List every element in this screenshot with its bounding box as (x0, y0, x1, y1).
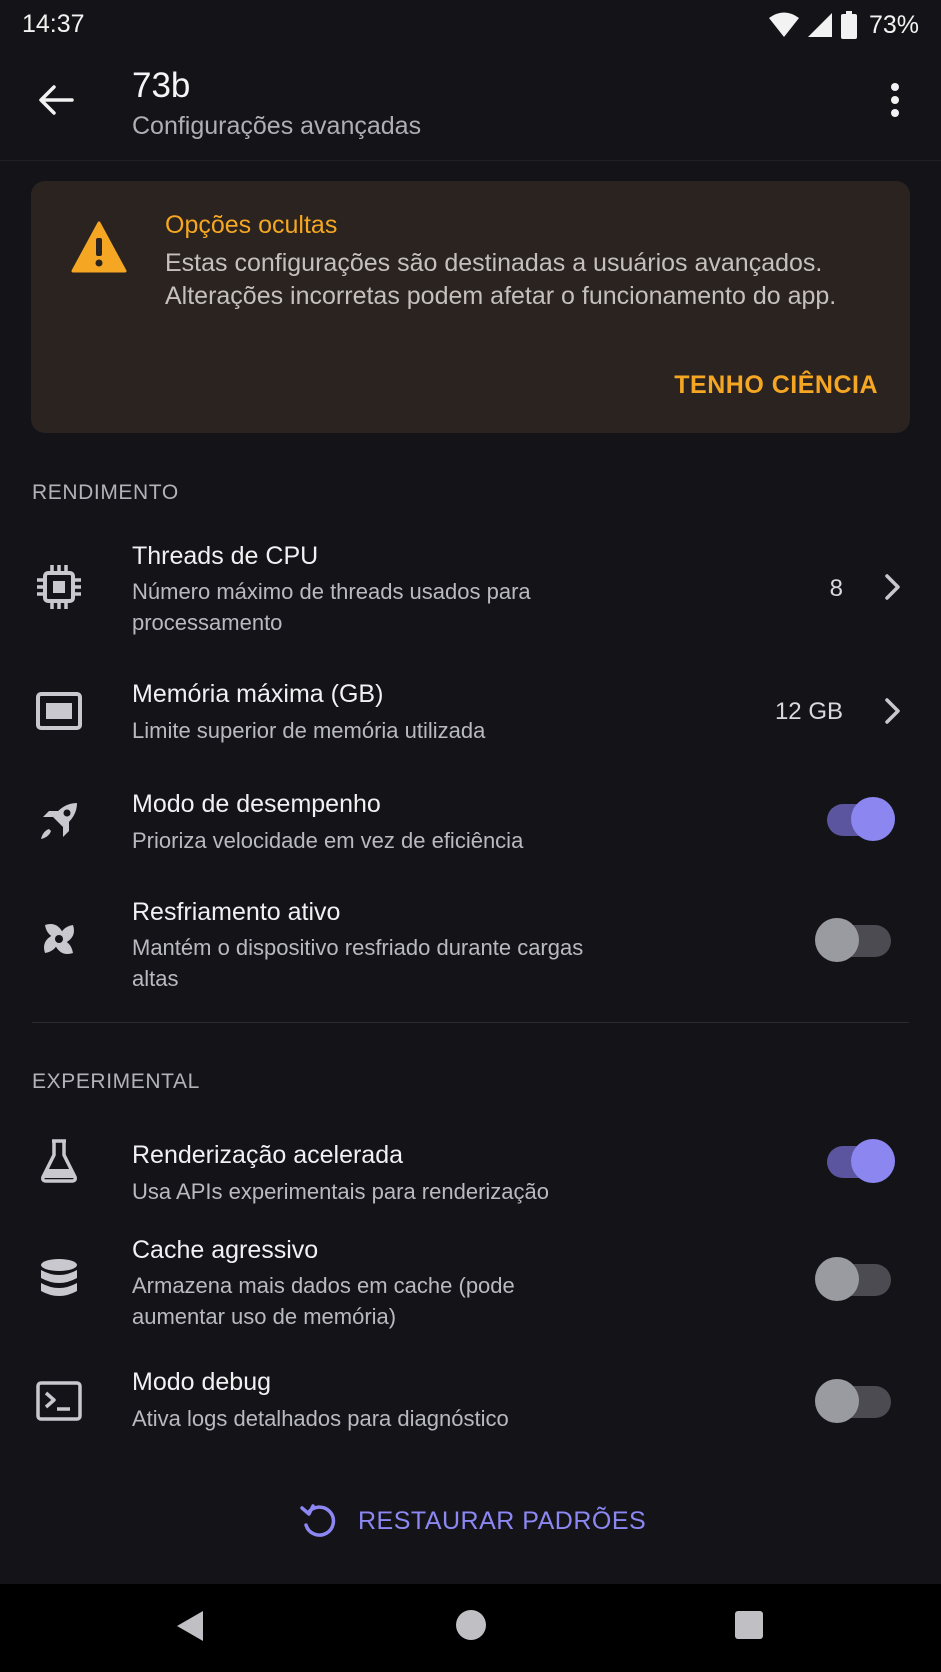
section-header-experimental: EXPERIMENTAL (32, 1070, 200, 1093)
setting-value: 12 GB (774, 698, 843, 725)
setting-description: Limite superior de memória utilizada (132, 718, 486, 743)
restore-defaults-label: RESTAURAR PADRÕES (358, 1506, 647, 1535)
setting-accelerated-rendering[interactable]: Renderização acelerada Usa APIs experime… (0, 1120, 941, 1210)
battery-percent: 73% (868, 10, 919, 39)
more-options-button[interactable] (871, 76, 919, 124)
page-title: 73b (132, 66, 191, 105)
setting-description: Ativa logs detalhados para diagnóstico (132, 1406, 509, 1431)
back-button[interactable] (32, 76, 80, 124)
cell-signal-icon (807, 13, 832, 37)
chevron-right-icon (881, 572, 905, 602)
battery-icon (840, 11, 857, 39)
accelerated-rendering-toggle[interactable] (821, 1139, 895, 1183)
page-subtitle: Configurações avançadas (132, 112, 422, 140)
flask-icon (34, 1136, 84, 1186)
terminal-icon (34, 1376, 84, 1426)
restore-defaults-button[interactable]: RESTAURAR PADRÕES (300, 1498, 646, 1544)
setting-description: Usa APIs experimentais para renderização (132, 1179, 549, 1204)
warning-card: Opções ocultas Estas configurações são d… (31, 181, 910, 433)
restore-icon (300, 1504, 336, 1537)
setting-cpu-threads[interactable]: Threads de CPU Número máximo de threads … (0, 530, 941, 650)
toggle-thumb (851, 1139, 895, 1183)
toggle-thumb (851, 797, 895, 841)
acknowledge-button[interactable]: TENHO CIÊNCIA (674, 371, 878, 400)
status-bar: 14:37 73% (0, 0, 941, 50)
section-header-performance: RENDIMENTO (32, 481, 179, 504)
setting-description: Prioriza velocidade em vez de eficiência (132, 828, 524, 853)
fan-icon (34, 914, 84, 964)
toggle-thumb (815, 1257, 859, 1301)
setting-title: Renderização acelerada (132, 1141, 404, 1169)
setting-value: 8 (829, 575, 843, 602)
memory-icon (34, 686, 84, 736)
setting-aggressive-cache[interactable]: Cache agressivo Armazena mais dados em c… (0, 1226, 941, 1336)
setting-title: Modo de desempenho (132, 790, 381, 818)
active-cooling-toggle[interactable] (815, 918, 891, 962)
setting-title: Threads de CPU (132, 542, 319, 570)
status-icons: 73% (768, 8, 919, 42)
nav-home-icon[interactable] (456, 1610, 486, 1640)
system-nav-bar (0, 1584, 941, 1672)
setting-title: Resfriamento ativo (132, 898, 341, 926)
database-icon (34, 1256, 84, 1306)
more-vert-icon (891, 83, 899, 117)
warning-text: Estas configurações são destinadas a usu… (165, 249, 837, 310)
chevron-right-icon (881, 696, 905, 726)
setting-title: Modo debug (132, 1368, 272, 1396)
setting-title: Memória máxima (GB) (132, 680, 384, 708)
debug-mode-toggle[interactable] (815, 1379, 891, 1423)
setting-active-cooling[interactable]: Resfriamento ativo Mantém o dispositivo … (0, 890, 941, 1000)
performance-mode-toggle[interactable] (821, 797, 895, 841)
app-bar: 73b Configurações avançadas (0, 50, 941, 161)
rocket-icon (34, 796, 84, 846)
setting-description: Mantém o dispositivo resfriado durante c… (132, 935, 584, 991)
status-time: 14:37 (22, 10, 85, 38)
cpu-icon (34, 562, 84, 612)
setting-performance-mode[interactable]: Modo de desempenho Prioriza velocidade e… (0, 780, 941, 870)
nav-back-icon[interactable] (175, 1609, 205, 1643)
arrow-back-icon (39, 85, 74, 115)
wifi-icon (768, 12, 799, 37)
setting-title: Cache agressivo (132, 1236, 319, 1264)
setting-debug-mode[interactable]: Modo debug Ativa logs detalhados para di… (0, 1360, 941, 1450)
warning-icon (71, 221, 127, 273)
aggressive-cache-toggle[interactable] (815, 1257, 891, 1301)
setting-description: Número máximo de threads usados para pro… (132, 579, 531, 635)
setting-max-memory[interactable]: Memória máxima (GB) Limite superior de m… (0, 670, 941, 760)
nav-recents-icon[interactable] (735, 1611, 763, 1639)
toggle-thumb (815, 918, 859, 962)
warning-title: Opções ocultas (165, 211, 338, 239)
setting-description: Armazena mais dados em cache (pode aumen… (132, 1273, 515, 1329)
section-divider (32, 1022, 909, 1023)
toggle-thumb (815, 1379, 859, 1423)
